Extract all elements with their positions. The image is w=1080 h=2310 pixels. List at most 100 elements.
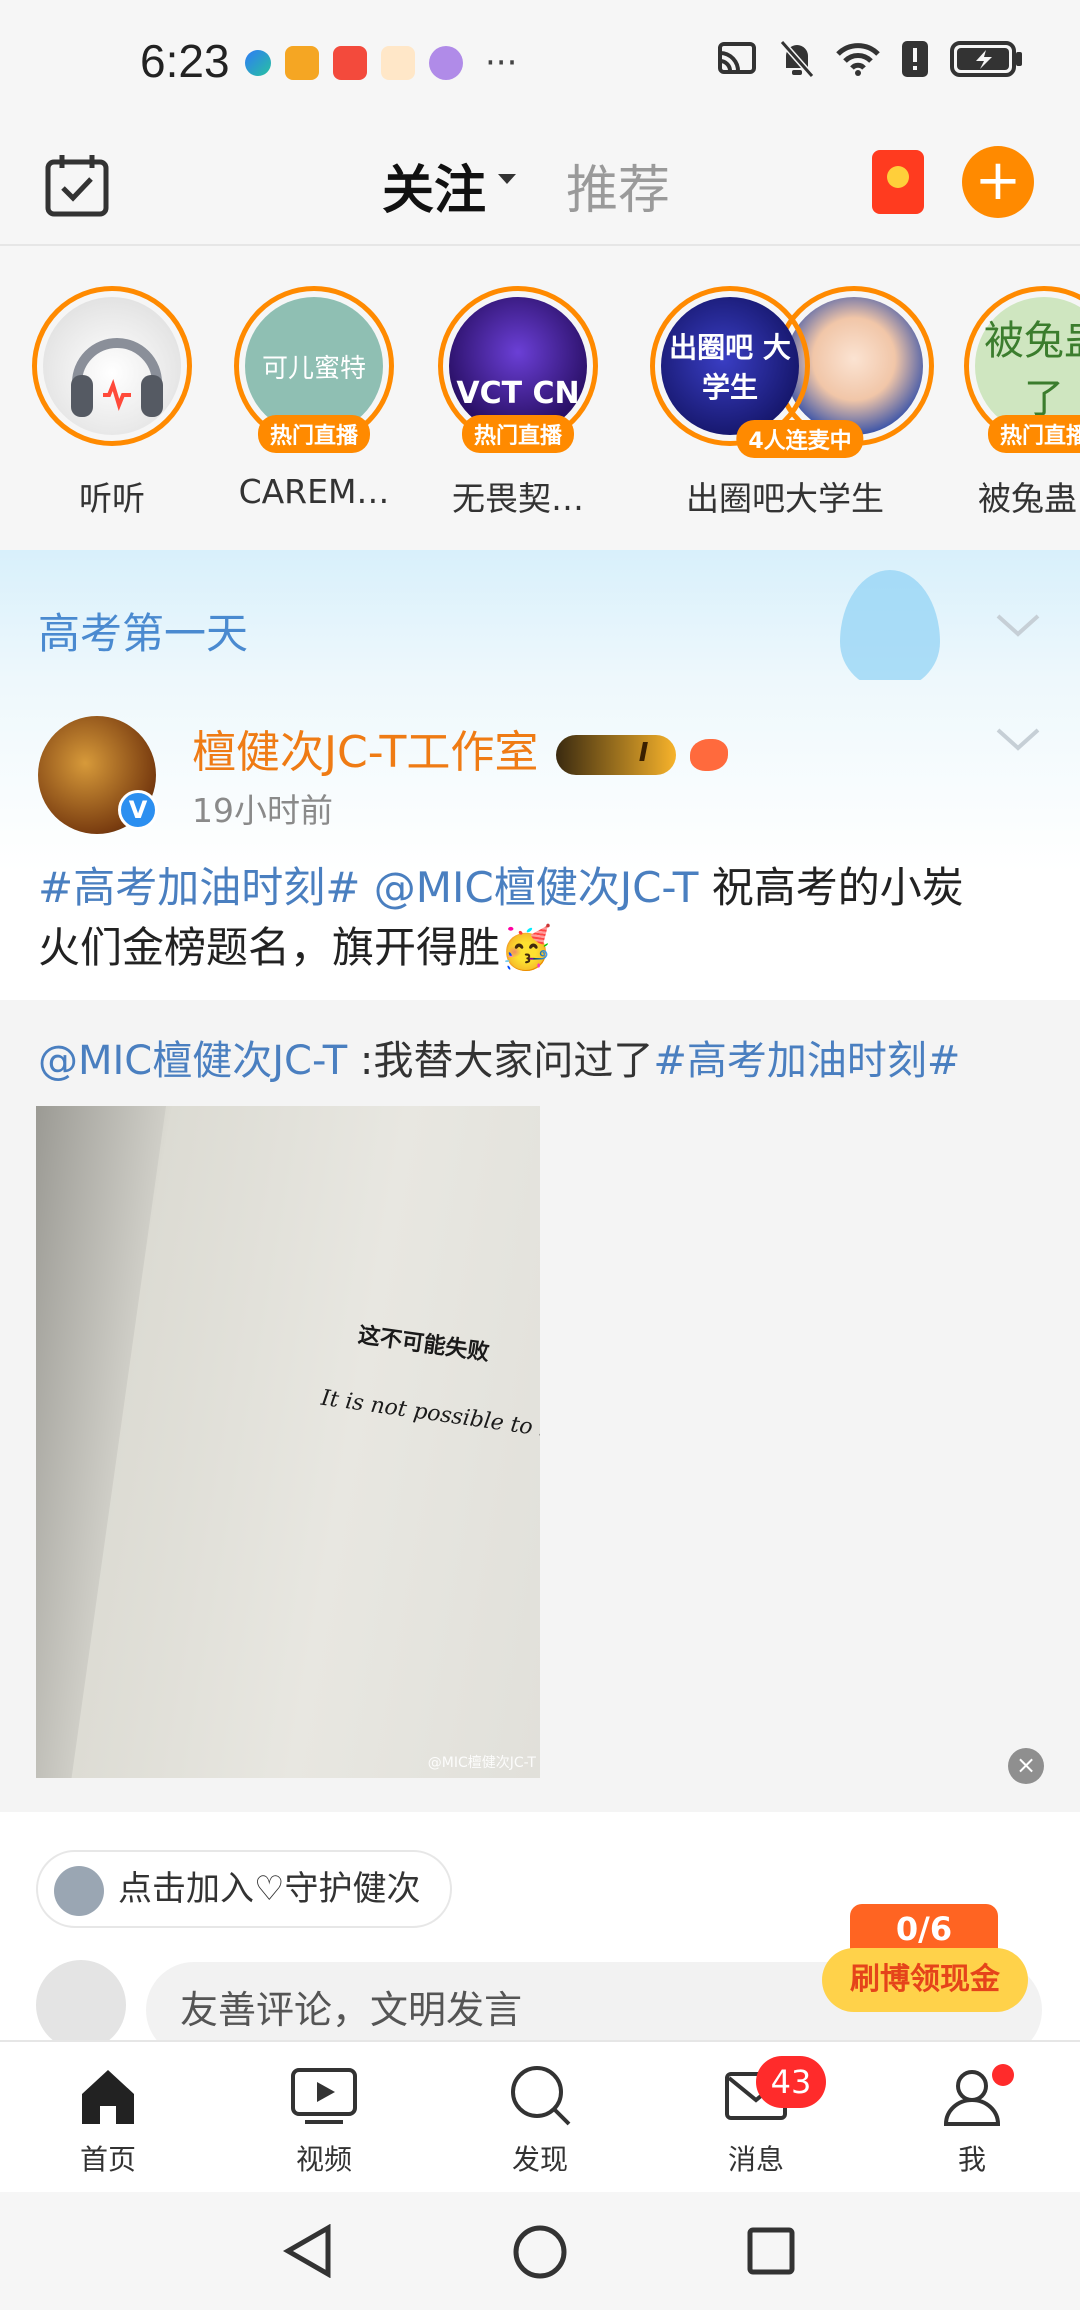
story-avatar-ring: 被兔蛊了 热门直播 bbox=[964, 286, 1080, 453]
home-icon bbox=[82, 2070, 134, 2124]
close-icon[interactable]: × bbox=[1008, 1748, 1044, 1784]
flame-decoration-icon bbox=[840, 570, 940, 690]
live-badge: 热门直播 bbox=[257, 415, 371, 453]
battery-charging-icon bbox=[950, 41, 1022, 77]
notification-icons: ··· bbox=[245, 46, 517, 80]
author-name: 檀健次JC-T工作室 bbox=[192, 727, 539, 778]
unread-count-badge: 43 bbox=[756, 2056, 826, 2108]
nav-messages[interactable]: 43 消息 bbox=[686, 2056, 826, 2178]
home-circle-icon[interactable] bbox=[512, 2224, 568, 2280]
chevron-down-icon[interactable] bbox=[994, 610, 1042, 640]
wifi-icon bbox=[836, 43, 880, 76]
story-item[interactable]: VCT CN 热门直播 无畏契… bbox=[418, 286, 618, 520]
user-avatar bbox=[36, 1960, 126, 2050]
video-icon bbox=[291, 2068, 357, 2124]
join-guard-button[interactable]: 点击加入♡守护健次 bbox=[36, 1850, 453, 1928]
post-body: #高考加油时刻# @MIC檀健次JC-T 祝高考的小炭 火们金榜题名，旗开得胜🥳 bbox=[38, 858, 1038, 978]
top-nav: 关注 推荐 + bbox=[0, 130, 1080, 246]
nav-label: 发现 bbox=[511, 2143, 568, 2176]
vip-crown-icon: I bbox=[556, 735, 677, 775]
system-nav-bar bbox=[0, 2192, 1080, 2310]
mention-link[interactable]: @MIC檀健次JC-T bbox=[374, 863, 699, 912]
join-guard-label: 点击加入♡守护健次 bbox=[118, 1869, 421, 1909]
red-packet-icon[interactable] bbox=[872, 150, 924, 214]
reward-widget[interactable]: 0/6 刷博领现金 bbox=[822, 1904, 1028, 2014]
post-author[interactable]: 檀健次JC-T工作室 I bbox=[192, 716, 729, 780]
chevron-down-icon[interactable] bbox=[994, 724, 1042, 754]
hashtag-link[interactable]: #高考加油时刻# bbox=[38, 863, 360, 912]
app-notification-icon bbox=[245, 50, 271, 76]
headphones-icon bbox=[43, 297, 181, 435]
image-text-en: It is not possible to lose bbox=[319, 1385, 540, 1448]
story-avatar-text: VCT CN bbox=[456, 376, 580, 411]
more-notifications-icon: ··· bbox=[485, 43, 518, 83]
bottom-nav: 首页 视频 发现 43 消息 我 bbox=[0, 2040, 1080, 2192]
story-name: CAREM… bbox=[238, 472, 390, 511]
hashtag-link[interactable]: #高考加油时刻# bbox=[653, 1038, 960, 1084]
signal-alert-icon bbox=[902, 41, 928, 77]
nav-label: 我 bbox=[957, 2143, 986, 2176]
weibo-notification-icon bbox=[285, 46, 319, 80]
tab-follow-label: 关注 bbox=[382, 161, 487, 221]
reward-progress: 0/6 bbox=[850, 1904, 998, 1954]
story-name: 无畏契… bbox=[452, 479, 584, 518]
story-name: 被兔蛊了 bbox=[978, 479, 1080, 518]
nav-discover[interactable]: 发现 bbox=[470, 2064, 610, 2178]
search-icon bbox=[511, 2066, 571, 2126]
reward-label: 刷博领现金 bbox=[822, 1948, 1028, 2012]
live-badge: 热门直播 bbox=[987, 415, 1080, 453]
story-avatar-ring: 可儿蜜特 热门直播 bbox=[234, 286, 394, 453]
live-badge: 热门直播 bbox=[461, 415, 575, 453]
story-avatar-text: 可儿蜜特 bbox=[261, 353, 366, 384]
tab-follow[interactable]: 关注 bbox=[382, 148, 494, 227]
mention-link[interactable]: @MIC檀健次JC-T bbox=[38, 1038, 347, 1084]
video-notification-icon bbox=[381, 46, 415, 80]
story-avatar-ring: VCT CN 热门直播 bbox=[438, 286, 598, 453]
nav-label: 视频 bbox=[295, 2143, 352, 2176]
story-item[interactable]: 出圈吧 大学生 4人连麦中 出圈吧大学生 bbox=[640, 286, 934, 520]
live-badge: 4人连麦中 bbox=[736, 420, 864, 458]
calendar-check-icon[interactable] bbox=[44, 152, 110, 218]
story-item[interactable]: 被兔蛊了 热门直播 被兔蛊了 bbox=[944, 286, 1080, 520]
story-name: 听听 bbox=[79, 479, 145, 518]
chevron-down-icon[interactable] bbox=[498, 174, 516, 184]
repost-card[interactable]: @MIC檀健次JC-T :我替大家问过了#高考加油时刻# 这不可能失败 It i… bbox=[0, 1000, 1080, 1812]
post-body-line1: 祝高考的小炭 bbox=[698, 863, 964, 912]
nav-label: 消息 bbox=[727, 2143, 784, 2176]
post-card: V 檀健次JC-T工作室 I 19小时前 #高考加油时刻# @MIC檀健次JC-T… bbox=[0, 680, 1080, 1000]
story-avatar: 出圈吧 大学生 bbox=[661, 297, 799, 435]
story-avatar-ring bbox=[32, 286, 192, 446]
story-item[interactable]: 听听 bbox=[12, 286, 212, 520]
nav-home[interactable]: 首页 bbox=[38, 2064, 178, 2178]
story-avatar-text: 被兔蛊了 bbox=[984, 318, 1080, 422]
nav-label: 首页 bbox=[79, 2143, 136, 2176]
notification-dot bbox=[992, 2064, 1014, 2086]
nav-profile[interactable]: 我 bbox=[902, 2064, 1042, 2178]
repost-image[interactable]: 这不可能失败 It is not possible to lose @MIC檀健… bbox=[36, 1106, 540, 1778]
recents-icon[interactable] bbox=[746, 2226, 796, 2276]
live-stories-row: 听听 可儿蜜特 热门直播 CAREM… VCT CN 热门直播 无畏契… 出圈吧 bbox=[0, 246, 1080, 550]
book-spine bbox=[36, 1106, 167, 1778]
status-bar: 6:23 ··· bbox=[0, 0, 1080, 130]
tab-recommend[interactable]: 推荐 bbox=[566, 148, 670, 223]
add-post-button[interactable]: + bbox=[962, 146, 1034, 218]
verified-icon: V bbox=[118, 790, 158, 830]
fish-badge-icon bbox=[690, 739, 729, 771]
repost-text: @MIC檀健次JC-T :我替大家问过了#高考加油时刻# bbox=[38, 1028, 960, 1086]
image-text-cn: 这不可能失败 bbox=[356, 1321, 491, 1367]
purple-app-notification-icon bbox=[429, 46, 463, 80]
repost-body: :我替大家问过了 bbox=[347, 1038, 654, 1084]
post-time: 19小时前 bbox=[192, 791, 333, 830]
topic-title: 高考第一天 bbox=[38, 609, 249, 658]
status-time: 6:23 bbox=[140, 35, 230, 87]
topic-banner[interactable]: 高考第一天 bbox=[0, 550, 1080, 690]
story-avatar-text: 出圈吧 大学生 bbox=[669, 331, 791, 404]
system-status-icons bbox=[716, 40, 1024, 78]
story-item[interactable]: 可儿蜜特 热门直播 CAREM… bbox=[214, 286, 414, 511]
snowflake-icon bbox=[54, 1866, 104, 1916]
image-watermark: @MIC檀健次JC-T bbox=[427, 1755, 536, 1771]
nav-video[interactable]: 视频 bbox=[254, 2064, 394, 2178]
back-icon[interactable] bbox=[282, 2224, 334, 2278]
vip-level: I bbox=[638, 738, 649, 768]
mute-icon bbox=[780, 40, 814, 78]
